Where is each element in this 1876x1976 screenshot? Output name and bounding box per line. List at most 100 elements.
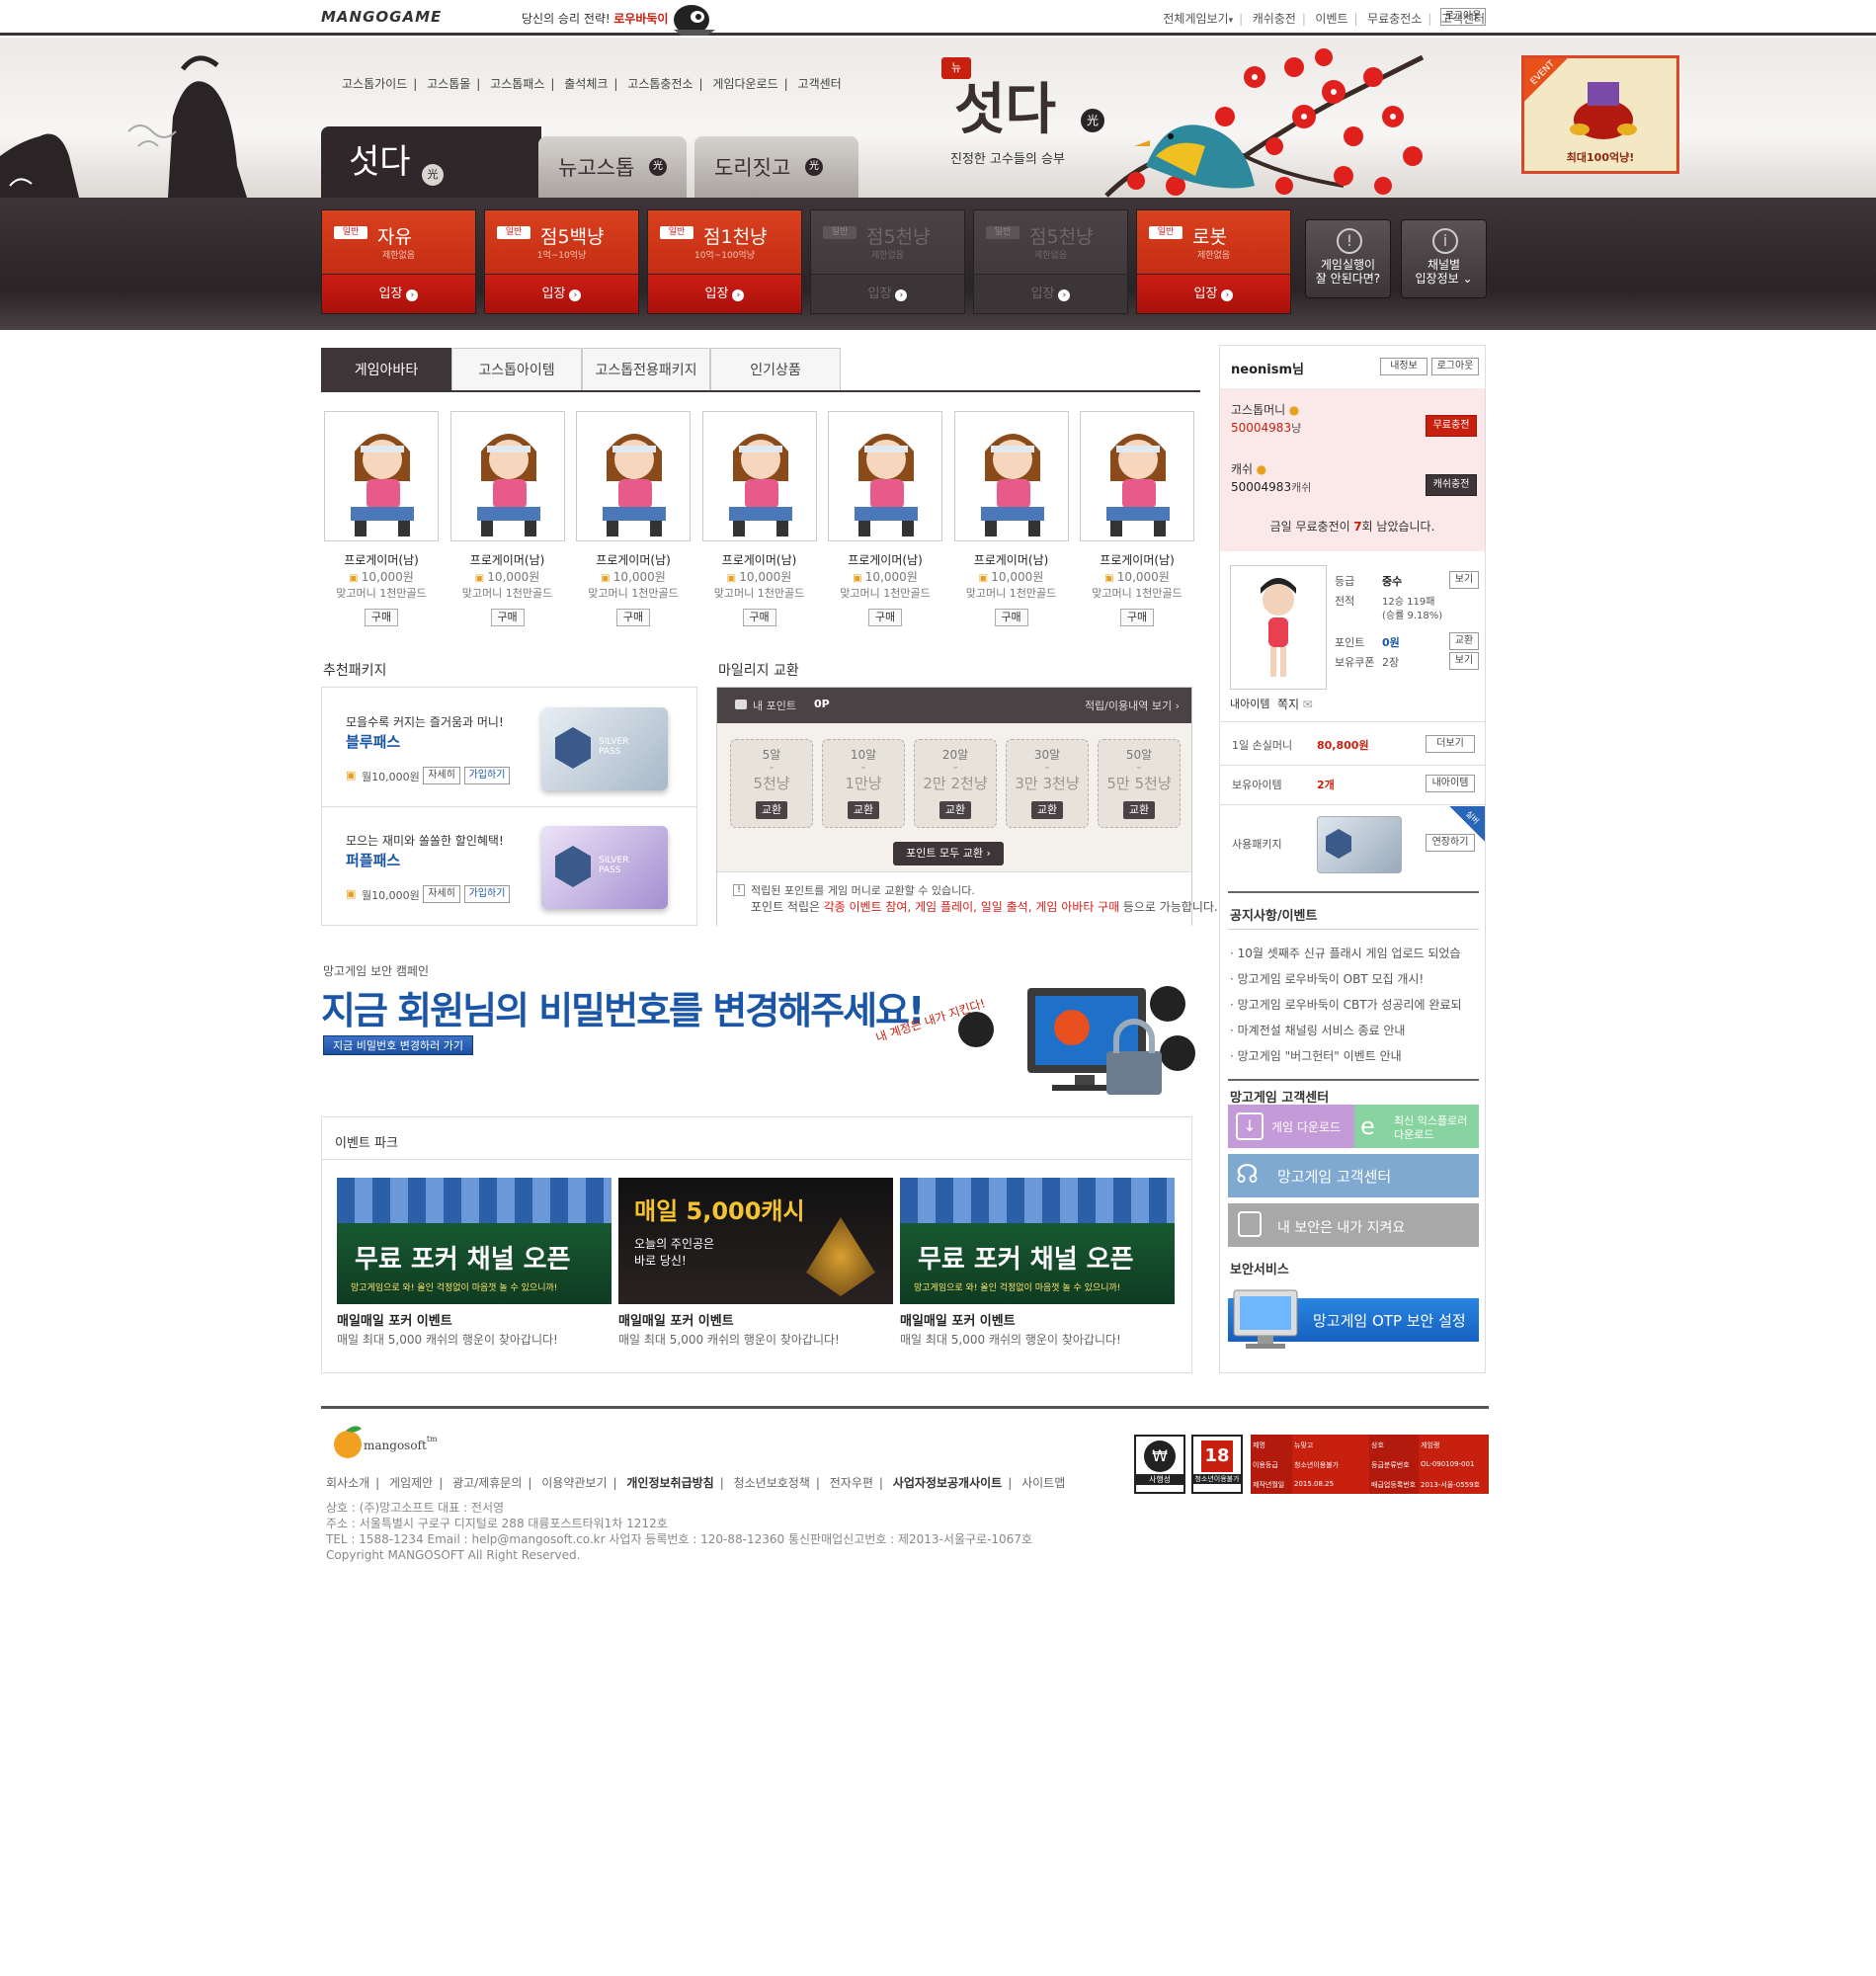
my-info-button[interactable]: 내정보: [1380, 358, 1427, 375]
room-enter-button[interactable]: 입장 ›: [811, 274, 964, 313]
my-items-link[interactable]: 내아이템: [1230, 696, 1269, 711]
logout-button[interactable]: 로그아웃: [1440, 8, 1486, 26]
grade-view-button[interactable]: 보기: [1449, 571, 1479, 589]
change-password-button[interactable]: 지금 비밀번호 변경하러 가기: [323, 1035, 473, 1055]
package-detail-button[interactable]: 자세히: [423, 885, 460, 903]
footer-link-email[interactable]: 전자우편: [830, 1476, 873, 1490]
nav-gostop-guide[interactable]: 고스톱가이드: [342, 77, 407, 91]
tab-new-gostop[interactable]: 뉴고스톱 光: [538, 136, 687, 198]
user-avatar[interactable]: [1230, 565, 1327, 690]
self-security-button[interactable]: 내 보안은 내가 지켜요: [1228, 1203, 1479, 1247]
event-card[interactable]: 무료 포커 채널 오픈 망고게임으로 와! 올인 걱정없이 마음껏 놀 수 있으니…: [900, 1178, 1175, 1348]
avatar-thumbnail[interactable]: [701, 411, 817, 541]
avatar-thumbnail[interactable]: [324, 411, 439, 541]
history-link[interactable]: 적립/이용내역 보기 ›: [1085, 698, 1180, 713]
tab-gostop-package[interactable]: 고스톱전용패키지: [582, 348, 710, 391]
room-enter-button[interactable]: 입장 ›: [1137, 274, 1290, 313]
game-run-help-button[interactable]: ! 게임실행이 잘 안된다면?: [1305, 219, 1391, 298]
top-link-event[interactable]: 이벤트: [1315, 12, 1347, 26]
package-join-button[interactable]: 가입하기: [464, 767, 510, 784]
room-enter-button[interactable]: 입장 ›: [648, 274, 801, 313]
footer-link-company[interactable]: 회사소개: [326, 1476, 369, 1490]
footer-link-business-info[interactable]: 사업자정보공개사이트: [893, 1476, 1002, 1490]
tab-game-avatar[interactable]: 게임아바타: [321, 348, 451, 391]
loss-more-button[interactable]: 더보기: [1426, 735, 1475, 753]
buy-button[interactable]: 구매: [365, 609, 398, 626]
tab-popular[interactable]: 인기상품: [710, 348, 841, 391]
mangogame-logo[interactable]: MANGOGAME: [321, 8, 442, 26]
notice-item[interactable]: · 마계전설 채널링 서비스 종료 안내: [1230, 1022, 1462, 1038]
point-exchange-button[interactable]: 교환: [1123, 801, 1155, 819]
room-4[interactable]: 일반 점5천냥 제한없음 입장 ›: [973, 209, 1128, 314]
notice-item[interactable]: · 망고게임 로우바둑이 CBT가 성공리에 완료되: [1230, 996, 1462, 1013]
free-charge-button[interactable]: 무료충전: [1426, 415, 1477, 437]
avatar-thumbnail[interactable]: [953, 411, 1069, 541]
notice-item[interactable]: · 망고게임 "버그헌터" 이벤트 안내: [1230, 1047, 1462, 1064]
event-banner-image[interactable]: 매일 5,000캐시 오늘의 주인공은 바로 당신!: [618, 1178, 893, 1304]
note-link[interactable]: 쪽지 ✉: [1277, 696, 1313, 712]
nav-gostop-pass[interactable]: 고스톱패스: [490, 77, 544, 91]
package-name[interactable]: 퍼플패스: [346, 850, 400, 870]
game-download-button[interactable]: ↓ 게임 다운로드: [1228, 1105, 1354, 1148]
nav-game-download[interactable]: 게임다운로드: [712, 77, 777, 91]
point-exchange-button[interactable]: 교환: [1031, 801, 1063, 819]
tab-dorijitgo[interactable]: 도리짓고 光: [694, 136, 858, 198]
buy-button[interactable]: 구매: [490, 609, 525, 626]
ie-download-button[interactable]: e 최신 익스플로러 다운로드: [1354, 1105, 1479, 1148]
package-detail-button[interactable]: 자세히: [423, 767, 460, 784]
channel-info-button[interactable]: i 채널별 입장정보 ⌄: [1401, 219, 1487, 298]
nav-gostop-mall[interactable]: 고스톱몰: [427, 77, 470, 91]
top-link-free-charge[interactable]: 무료충전소: [1367, 12, 1422, 26]
tab-gostop-item[interactable]: 고스톱아이템: [451, 348, 582, 391]
nav-customer-center[interactable]: 고객센터: [798, 77, 842, 91]
point-exchange-button[interactable]: 교환: [756, 801, 787, 819]
points-exchange-button[interactable]: 교환: [1449, 632, 1479, 650]
top-link-all-games[interactable]: 전체게임보기: [1163, 12, 1228, 26]
event-card[interactable]: 무료 포커 채널 오픈 망고게임으로 와! 올인 걱정없이 마음껏 놀 수 있으니…: [337, 1178, 612, 1348]
package-join-button[interactable]: 가입하기: [464, 885, 510, 903]
notice-item[interactable]: · 망고게임 로우바둑이 OBT 모집 개시!: [1230, 970, 1462, 987]
cash-charge-button[interactable]: 캐쉬충전: [1426, 474, 1477, 496]
footer-link-proposal[interactable]: 게임제안: [389, 1476, 433, 1490]
footer-link-privacy[interactable]: 개인정보취급방침: [626, 1476, 713, 1490]
customer-center-button[interactable]: ☊ 망고게임 고객센터: [1228, 1154, 1479, 1197]
promo-text[interactable]: 당신의 승리 전략! 로우바둑이: [522, 10, 668, 27]
room-enter-button[interactable]: 입장 ›: [974, 274, 1127, 313]
room-enter-button[interactable]: 입장 ›: [322, 274, 475, 313]
dropdown-caret-icon[interactable]: ▾: [1229, 16, 1234, 26]
room-enter-button[interactable]: 입장 ›: [485, 274, 638, 313]
room-0[interactable]: 일반 자유 제한없음 입장 ›: [321, 209, 476, 314]
notice-item[interactable]: · 10월 셋째주 신규 플래시 게임 업로드 되었습: [1230, 945, 1462, 961]
room-2[interactable]: 일반 점1천냥 10억~100억냥 입장 ›: [647, 209, 802, 314]
footer-link-sitemap[interactable]: 사이트맵: [1021, 1476, 1065, 1490]
buy-button[interactable]: 구매: [1120, 609, 1154, 626]
event-banner-image[interactable]: 무료 포커 채널 오픈 망고게임으로 와! 올인 걱정없이 마음껏 놀 수 있으니…: [900, 1178, 1175, 1304]
buy-button[interactable]: 구매: [994, 609, 1028, 626]
package-name[interactable]: 블루패스: [346, 731, 400, 752]
point-exchange-button[interactable]: 교환: [848, 801, 879, 819]
avatar-thumbnail[interactable]: [576, 411, 691, 541]
buy-button[interactable]: 구매: [616, 609, 650, 626]
footer-link-terms[interactable]: 이용약관보기: [541, 1476, 607, 1490]
footer-link-youth[interactable]: 청소년보호정책: [734, 1476, 810, 1490]
avatar-thumbnail[interactable]: [1080, 411, 1194, 541]
user-logout-button[interactable]: 로그아웃: [1431, 358, 1479, 375]
top-link-cash-charge[interactable]: 캐쉬충전: [1253, 12, 1296, 26]
my-items-button[interactable]: 내아이템: [1426, 775, 1475, 792]
buy-button[interactable]: 구매: [742, 609, 776, 626]
event-banner[interactable]: EVENT 최대100억냥!: [1521, 55, 1679, 174]
coupon-view-button[interactable]: 보기: [1449, 652, 1479, 670]
nav-attendance[interactable]: 출석체크: [564, 77, 608, 91]
room-1[interactable]: 일반 점5백냥 1억~10억냥 입장 ›: [484, 209, 639, 314]
exchange-all-button[interactable]: 포인트 모두 교환 ›: [893, 842, 1004, 865]
event-banner-image[interactable]: 무료 포커 채널 오픈 망고게임으로 와! 올인 걱정없이 마음껏 놀 수 있으니…: [337, 1178, 612, 1304]
avatar-thumbnail[interactable]: [449, 411, 565, 541]
nav-charge-station[interactable]: 고스톱충전소: [627, 77, 693, 91]
footer-link-ads[interactable]: 광고/제휴문의: [452, 1476, 522, 1490]
avatar-thumbnail[interactable]: [828, 411, 942, 541]
room-3[interactable]: 일반 점5천냥 제한없음 입장 ›: [810, 209, 965, 314]
point-exchange-button[interactable]: 교환: [939, 801, 971, 819]
room-5[interactable]: 일반 로봇 제한없음 입장 ›: [1136, 209, 1291, 314]
buy-button[interactable]: 구매: [868, 609, 902, 626]
event-card[interactable]: 매일 5,000캐시 오늘의 주인공은 바로 당신! 매일매일 포커 이벤트 매일 최…: [618, 1178, 893, 1348]
